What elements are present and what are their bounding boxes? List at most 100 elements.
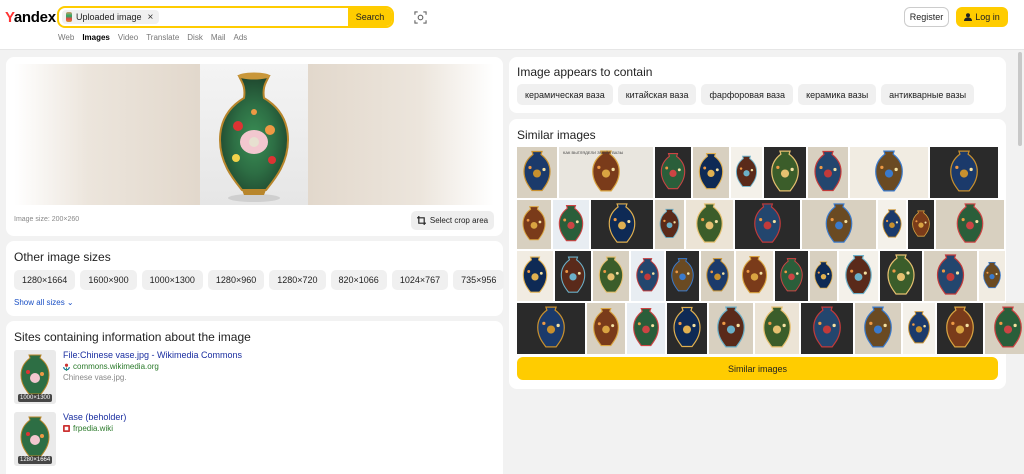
similar-image-thumb[interactable] xyxy=(937,303,983,354)
contains-title: Image appears to contain xyxy=(517,65,653,79)
tab-mail[interactable]: Mail xyxy=(211,33,226,42)
tab-images[interactable]: Images xyxy=(82,33,110,42)
similar-image-thumb[interactable] xyxy=(936,200,1004,249)
similar-image-thumb[interactable] xyxy=(701,251,734,301)
similar-image-thumb[interactable] xyxy=(802,200,876,249)
similar-image-thumb[interactable] xyxy=(930,147,998,198)
similar-image-thumb[interactable] xyxy=(801,303,853,354)
preview-vase-image xyxy=(200,64,308,205)
tab-translate[interactable]: Translate xyxy=(146,33,179,42)
size-option[interactable]: 735×956 xyxy=(453,270,505,290)
size-option[interactable]: 1000×1300 xyxy=(141,270,203,290)
similar-image-thumb[interactable] xyxy=(709,303,753,354)
similar-image-thumb[interactable] xyxy=(908,200,934,249)
search-box[interactable]: Uploaded image × Search xyxy=(57,6,394,28)
tab-ads[interactable]: Ads xyxy=(234,33,248,42)
crop-label: Select crop area xyxy=(429,216,489,225)
similar-image-thumb[interactable] xyxy=(731,147,762,198)
tab-web[interactable]: Web xyxy=(58,33,74,42)
similar-image-thumb[interactable] xyxy=(553,200,589,249)
chip-close-icon[interactable]: × xyxy=(148,12,154,23)
login-button[interactable]: Log in xyxy=(956,7,1008,27)
show-all-sizes-link[interactable]: Show all sizes ⌄ xyxy=(14,298,74,307)
similar-image-thumb[interactable] xyxy=(686,200,733,249)
crop-icon xyxy=(416,216,426,225)
camera-search-icon[interactable] xyxy=(414,11,427,24)
similar-image-thumb[interactable] xyxy=(810,251,837,301)
similar-image-thumb[interactable] xyxy=(517,251,553,301)
similar-image-thumb[interactable] xyxy=(517,147,557,198)
similar-image-thumb[interactable] xyxy=(736,251,773,301)
tab-disk[interactable]: Disk xyxy=(187,33,203,42)
similar-image-thumb[interactable] xyxy=(979,251,1005,301)
search-button[interactable]: Search xyxy=(348,8,392,26)
similar-image-thumb[interactable] xyxy=(878,200,906,249)
similar-image-thumb[interactable] xyxy=(655,200,684,249)
tag-chip[interactable]: антикварные вазы xyxy=(881,84,975,105)
similar-image-thumb[interactable] xyxy=(764,147,806,198)
tag-chip[interactable]: керамика вазы xyxy=(798,84,877,105)
similar-image-thumb[interactable] xyxy=(627,303,665,354)
site-favicon-icon xyxy=(63,425,70,432)
similar-image-thumb[interactable] xyxy=(850,147,928,198)
similar-images-grid: КАК ВЫГЛЯДЕЛИ ЗМЕЙЛ ВАЗЫ xyxy=(517,147,1024,354)
similar-image-thumb[interactable] xyxy=(985,303,1024,354)
similar-image-thumb[interactable] xyxy=(666,251,699,301)
user-icon xyxy=(964,13,973,21)
similar-image-thumb[interactable] xyxy=(667,303,707,354)
site-description: Chinese vase.jpg. xyxy=(63,373,127,382)
tag-chip[interactable]: керамическая ваза xyxy=(517,84,613,105)
site-thumbnail[interactable]: 1000×1300 xyxy=(14,350,56,404)
similar-image-thumb[interactable] xyxy=(587,303,625,354)
tag-chip[interactable]: фарфоровая ваза xyxy=(701,84,794,105)
similar-image-thumb[interactable] xyxy=(775,251,808,301)
size-option[interactable]: 1280×960 xyxy=(207,270,265,290)
size-option[interactable]: 1280×1664 xyxy=(14,270,76,290)
similar-images-button[interactable]: Similar images xyxy=(517,357,998,380)
similar-image-thumb[interactable] xyxy=(755,303,799,354)
preview-blur-right xyxy=(308,64,494,205)
logo-text: andex xyxy=(13,9,56,26)
select-crop-button[interactable]: Select crop area xyxy=(411,211,494,230)
image-size-text: Image size: 200×260 xyxy=(14,216,80,223)
size-option[interactable]: 1024×767 xyxy=(391,270,449,290)
site-domain[interactable]: frpedia.wiki xyxy=(63,424,113,433)
tag-chip[interactable]: китайская ваза xyxy=(617,84,697,105)
similar-image-thumb[interactable] xyxy=(903,303,935,354)
scrollbar-thumb[interactable] xyxy=(1018,52,1022,146)
size-list: 1280×1664 1600×900 1000×1300 1280×960 12… xyxy=(14,270,505,290)
similar-image-thumb[interactable] xyxy=(880,251,922,301)
similar-doc-caption: КАК ВЫГЛЯДЕЛИ ЗМЕЙЛ ВАЗЫ xyxy=(563,150,624,155)
similar-image-thumb[interactable] xyxy=(517,200,551,249)
site-title-link[interactable]: Vase (beholder) xyxy=(63,412,126,422)
similar-image-thumb[interactable]: КАК ВЫГЛЯДЕЛИ ЗМЕЙЛ ВАЗЫ xyxy=(559,147,653,198)
site-thumbnail[interactable]: 1280×1664 xyxy=(14,412,56,466)
similar-image-thumb[interactable] xyxy=(735,200,800,249)
site-domain[interactable]: commons.wikimedia.org xyxy=(63,362,159,371)
similar-image-thumb[interactable] xyxy=(591,200,653,249)
similar-image-thumb[interactable] xyxy=(855,303,901,354)
similar-image-thumb[interactable] xyxy=(517,303,585,354)
size-option[interactable]: 1600×900 xyxy=(80,270,137,290)
similar-image-thumb[interactable] xyxy=(555,251,591,301)
similar-image-thumb[interactable] xyxy=(693,147,729,198)
yandex-logo[interactable]: Yandex xyxy=(5,9,56,26)
tab-video[interactable]: Video xyxy=(118,33,138,42)
site-domain-label: frpedia.wiki xyxy=(73,424,114,433)
other-sizes-title: Other image sizes xyxy=(14,250,111,264)
similar-image-thumb[interactable] xyxy=(808,147,848,198)
similar-image-thumb[interactable] xyxy=(631,251,664,301)
size-option[interactable]: 820×1066 xyxy=(330,270,387,290)
chevron-down-icon: ⌄ xyxy=(66,298,74,307)
similar-image-thumb[interactable] xyxy=(655,147,691,198)
similar-image-thumb[interactable] xyxy=(839,251,878,301)
sites-title: Sites containing information about the i… xyxy=(14,330,251,344)
site-result: 1000×1300 File:Chinese vase.jpg - Wikime… xyxy=(14,350,494,404)
similar-title: Similar images xyxy=(517,128,596,142)
similar-image-thumb[interactable] xyxy=(593,251,629,301)
uploaded-image-chip[interactable]: Uploaded image × xyxy=(62,10,160,24)
similar-image-thumb[interactable] xyxy=(924,251,977,301)
register-button[interactable]: Register xyxy=(904,7,949,27)
site-title-link[interactable]: File:Chinese vase.jpg - Wikimedia Common… xyxy=(63,350,242,360)
size-option[interactable]: 1280×720 xyxy=(269,270,326,290)
